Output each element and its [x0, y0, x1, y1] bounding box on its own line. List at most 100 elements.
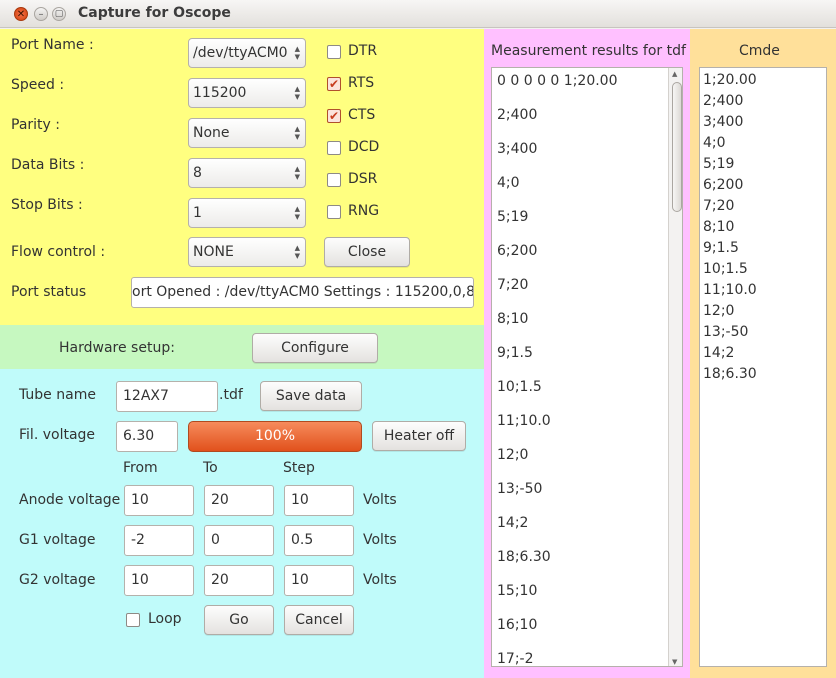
loop-checkbox[interactable]	[126, 613, 140, 627]
list-item[interactable]: 17;-2	[497, 651, 534, 666]
g1-from-input[interactable]: -2	[124, 525, 194, 556]
anode-units-label: Volts	[363, 492, 397, 508]
list-item[interactable]: 0 0 0 0 0 1;20.00	[497, 73, 618, 89]
dtr-checkbox[interactable]	[327, 45, 341, 59]
scroll-down-icon[interactable]: ▼	[672, 658, 677, 666]
heater-off-button[interactable]: Heater off	[372, 421, 466, 451]
list-item[interactable]: 3;400	[703, 114, 743, 130]
g2-to-input[interactable]: 20	[204, 565, 274, 596]
list-item[interactable]: 4;0	[703, 135, 726, 151]
title-bar: ✕ – ▢ Capture for Oscope	[0, 0, 836, 28]
parity-value: None	[193, 125, 230, 141]
cts-checkbox[interactable]: ✔	[327, 109, 341, 123]
measurement-panel: Measurement results for tdf 0 0 0 0 0 1;…	[484, 29, 690, 678]
parity-select[interactable]: None ▲ ▼	[188, 118, 306, 148]
scroll-thumb[interactable]	[672, 82, 682, 212]
cmde-list[interactable]: 1;20.00 2;400 3;400 4;0 5;19 6;200 7;20 8;10 9;1…	[699, 67, 827, 667]
g2-step-input[interactable]: 10	[284, 565, 354, 596]
list-item[interactable]: 2;400	[497, 107, 537, 123]
tdf-extension-label: .tdf	[219, 387, 243, 403]
fil-voltage-label: Fil. voltage	[19, 427, 96, 443]
close-port-button[interactable]: Close	[324, 237, 410, 267]
list-item[interactable]: 5;19	[497, 209, 528, 225]
spinner-arrows-icon: ▲ ▼	[294, 45, 300, 61]
cancel-button[interactable]: Cancel	[284, 605, 354, 635]
list-item[interactable]: 2;400	[703, 93, 743, 109]
go-button[interactable]: Go	[204, 605, 274, 635]
flow-control-label: Flow control :	[11, 244, 106, 260]
g1-to-input[interactable]: 0	[204, 525, 274, 556]
list-item[interactable]: 1;20.00	[703, 72, 757, 88]
cmde-panel: Cmde 1;20.00 2;400 3;400 4;0 5;19 6;200 7;20 8;…	[690, 29, 836, 678]
rts-checkbox[interactable]: ✔	[327, 77, 341, 91]
port-status-field[interactable]: ort Opened : /dev/ttyACM0 Settings : 115…	[131, 277, 474, 308]
list-item[interactable]: 13;-50	[497, 481, 542, 497]
configure-button[interactable]: Configure	[252, 333, 378, 363]
list-item[interactable]: 10;1.5	[703, 261, 748, 277]
dcd-checkbox[interactable]	[327, 141, 341, 155]
list-item[interactable]: 3;400	[497, 141, 537, 157]
g2-from-input[interactable]: 10	[124, 565, 194, 596]
hardware-setup-label: Hardware setup:	[59, 340, 175, 356]
anode-to-input[interactable]: 20	[204, 485, 274, 516]
measurement-scrollbar[interactable]: ▲ ▼	[668, 68, 682, 666]
list-item[interactable]: 8;10	[703, 219, 734, 235]
list-item[interactable]: 12;0	[703, 303, 734, 319]
stop-bits-label: Stop Bits :	[11, 197, 83, 213]
g1-units-label: Volts	[363, 532, 397, 548]
rts-label: RTS	[348, 75, 375, 91]
port-name-select[interactable]: /dev/ttyACM0 ▲ ▼	[188, 38, 306, 68]
hardware-setup-panel: Hardware setup: Configure	[0, 325, 484, 369]
list-item[interactable]: 11;10.0	[703, 282, 757, 298]
list-item[interactable]: 11;10.0	[497, 413, 551, 429]
rng-checkbox[interactable]	[327, 205, 341, 219]
list-item[interactable]: 14;2	[497, 515, 528, 531]
list-item[interactable]: 8;10	[497, 311, 528, 327]
list-item[interactable]: 18;6.30	[497, 549, 551, 565]
port-status-label: Port status	[11, 284, 87, 300]
port-name-value: /dev/ttyACM0	[193, 45, 288, 61]
fil-voltage-input[interactable]: 6.30	[116, 421, 178, 452]
save-data-button[interactable]: Save data	[260, 381, 362, 411]
list-item[interactable]: 9;1.5	[703, 240, 739, 256]
list-item[interactable]: 4;0	[497, 175, 520, 191]
list-item[interactable]: 6;200	[497, 243, 537, 259]
anode-from-input[interactable]: 10	[124, 485, 194, 516]
tube-name-input[interactable]: 12AX7	[116, 381, 218, 412]
spinner-arrows-icon: ▲ ▼	[294, 244, 300, 260]
spinner-arrows-icon: ▲ ▼	[294, 125, 300, 141]
list-item[interactable]: 6;200	[703, 177, 743, 193]
dsr-checkbox[interactable]	[327, 173, 341, 187]
speed-select[interactable]: 115200 ▲ ▼	[188, 78, 306, 108]
window-close-button[interactable]: ✕	[14, 7, 28, 21]
loop-label: Loop	[148, 611, 182, 627]
list-item[interactable]: 12;0	[497, 447, 528, 463]
anode-step-input[interactable]: 10	[284, 485, 354, 516]
list-item[interactable]: 14;2	[703, 345, 734, 361]
list-item[interactable]: 15;10	[497, 583, 537, 599]
list-item[interactable]: 13;-50	[703, 324, 748, 340]
speed-label: Speed :	[11, 77, 65, 93]
maximize-icon: ▢	[54, 9, 64, 19]
list-item[interactable]: 16;10	[497, 617, 537, 633]
step-column-header: Step	[283, 460, 315, 476]
window-maximize-button[interactable]: ▢	[52, 7, 66, 21]
heater-progress-bar: 100%	[188, 421, 362, 452]
measurement-list[interactable]: 0 0 0 0 0 1;20.00 2;400 3;400 4;0 5;19 6;200 7…	[491, 67, 683, 667]
spinner-arrows-icon: ▲ ▼	[294, 165, 300, 181]
list-item[interactable]: 5;19	[703, 156, 734, 172]
g2-units-label: Volts	[363, 572, 397, 588]
data-bits-select[interactable]: 8 ▲ ▼	[188, 158, 306, 188]
list-item[interactable]: 7;20	[703, 198, 734, 214]
window-minimize-button[interactable]: –	[34, 7, 48, 21]
g1-step-input[interactable]: 0.5	[284, 525, 354, 556]
checkmark-icon: ✔	[328, 109, 340, 123]
list-item[interactable]: 10;1.5	[497, 379, 542, 395]
scroll-up-icon[interactable]: ▲	[672, 70, 677, 78]
close-icon: ✕	[16, 9, 26, 20]
list-item[interactable]: 18;6.30	[703, 366, 757, 382]
list-item[interactable]: 9;1.5	[497, 345, 533, 361]
stop-bits-select[interactable]: 1 ▲ ▼	[188, 198, 306, 228]
list-item[interactable]: 7;20	[497, 277, 528, 293]
flow-control-select[interactable]: NONE ▲ ▼	[188, 237, 306, 267]
